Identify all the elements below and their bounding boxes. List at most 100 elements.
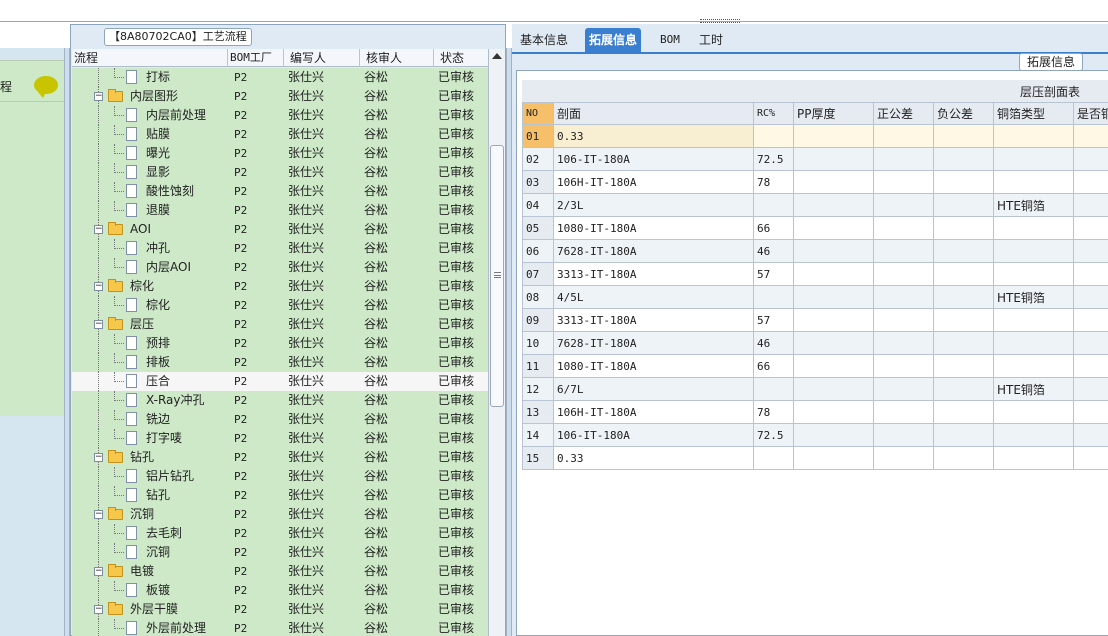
plus-tolerance-cell[interactable]: [873, 239, 934, 263]
splitter-grip-top[interactable]: [700, 19, 740, 23]
tree-row[interactable]: − 棕化 P2 张仕兴 谷松 已审核: [72, 277, 488, 296]
collapse-icon[interactable]: −: [94, 282, 103, 291]
pp-thickness-cell[interactable]: [793, 400, 874, 424]
profile-cell[interactable]: 106H-IT-180A: [553, 170, 754, 194]
col-header-is-copper[interactable]: 是否铜: [1073, 102, 1108, 125]
collapse-icon[interactable]: −: [94, 225, 103, 234]
pp-thickness-cell[interactable]: [793, 331, 874, 355]
foil-type-cell[interactable]: [993, 170, 1074, 194]
col-header-process[interactable]: 流程: [72, 49, 228, 67]
plus-tolerance-cell[interactable]: [873, 308, 934, 332]
plus-tolerance-cell[interactable]: [873, 170, 934, 194]
pp-thickness-cell[interactable]: [793, 147, 874, 171]
rc-cell[interactable]: [753, 124, 794, 148]
is-copper-cell[interactable]: [1073, 446, 1108, 470]
profile-cell[interactable]: 2/3L: [553, 193, 754, 217]
extended-info-button[interactable]: 拓展信息: [1019, 53, 1083, 71]
no-cell[interactable]: 13: [522, 400, 554, 424]
col-header-no[interactable]: NO: [522, 102, 554, 125]
table-row[interactable]: 14 106-IT-180A 72.5: [522, 423, 1108, 447]
tree-row[interactable]: 铝片钻孔 P2 张仕兴 谷松 已审核: [72, 467, 488, 486]
rc-cell[interactable]: 46: [753, 331, 794, 355]
tab-bom[interactable]: BOM: [656, 28, 684, 52]
rc-cell[interactable]: [753, 193, 794, 217]
rc-cell[interactable]: 72.5: [753, 423, 794, 447]
profile-cell[interactable]: 1080-IT-180A: [553, 216, 754, 240]
no-cell[interactable]: 01: [522, 124, 554, 148]
foil-type-cell[interactable]: HTE铜箔: [993, 377, 1074, 401]
pp-thickness-cell[interactable]: [793, 262, 874, 286]
tree-row[interactable]: 酸性蚀刻 P2 张仕兴 谷松 已审核: [72, 182, 488, 201]
tab-work-hours[interactable]: 工时: [695, 28, 727, 52]
foil-type-cell[interactable]: [993, 354, 1074, 378]
rc-cell[interactable]: [753, 377, 794, 401]
no-cell[interactable]: 11: [522, 354, 554, 378]
col-header-status[interactable]: 状态: [434, 49, 488, 67]
table-row[interactable]: 10 7628-IT-180A 46: [522, 331, 1108, 355]
is-copper-cell[interactable]: [1073, 216, 1108, 240]
minus-tolerance-cell[interactable]: [933, 262, 994, 286]
minus-tolerance-cell[interactable]: [933, 170, 994, 194]
minus-tolerance-cell[interactable]: [933, 331, 994, 355]
minus-tolerance-cell[interactable]: [933, 377, 994, 401]
profile-cell[interactable]: 7628-IT-180A: [553, 331, 754, 355]
table-row[interactable]: 11 1080-IT-180A 66: [522, 354, 1108, 378]
table-row[interactable]: 03 106H-IT-180A 78: [522, 170, 1108, 194]
plus-tolerance-cell[interactable]: [873, 216, 934, 240]
foil-type-cell[interactable]: [993, 400, 1074, 424]
collapse-icon[interactable]: −: [94, 320, 103, 329]
tree-row[interactable]: 打字唛 P2 张仕兴 谷松 已审核: [72, 429, 488, 448]
plus-tolerance-cell[interactable]: [873, 400, 934, 424]
pp-thickness-cell[interactable]: [793, 446, 874, 470]
tree-row[interactable]: 曝光 P2 张仕兴 谷松 已审核: [72, 144, 488, 163]
table-row[interactable]: 08 4/5L HTE铜箔: [522, 285, 1108, 309]
table-row[interactable]: 12 6/7L HTE铜箔: [522, 377, 1108, 401]
foil-type-cell[interactable]: [993, 331, 1074, 355]
minus-tolerance-cell[interactable]: [933, 147, 994, 171]
tree-row[interactable]: 预排 P2 张仕兴 谷松 已审核: [72, 334, 488, 353]
col-header-pp-thickness[interactable]: PP厚度: [793, 102, 874, 125]
table-row[interactable]: 13 106H-IT-180A 78: [522, 400, 1108, 424]
is-copper-cell[interactable]: [1073, 354, 1108, 378]
tree-row[interactable]: 内层AOI P2 张仕兴 谷松 已审核: [72, 258, 488, 277]
minus-tolerance-cell[interactable]: [933, 308, 994, 332]
profile-cell[interactable]: 0.33: [553, 446, 754, 470]
tree-row[interactable]: 内层前处理 P2 张仕兴 谷松 已审核: [72, 106, 488, 125]
is-copper-cell[interactable]: [1073, 308, 1108, 332]
profile-cell[interactable]: 7628-IT-180A: [553, 239, 754, 263]
tree-row[interactable]: 排板 P2 张仕兴 谷松 已审核: [72, 353, 488, 372]
minus-tolerance-cell[interactable]: [933, 354, 994, 378]
foil-type-cell[interactable]: HTE铜箔: [993, 285, 1074, 309]
chat-bubble-icon[interactable]: [34, 76, 58, 98]
tree-row[interactable]: − AOI P2 张仕兴 谷松 已审核: [72, 220, 488, 239]
plus-tolerance-cell[interactable]: [873, 354, 934, 378]
col-header-plus-tolerance[interactable]: 正公差: [873, 102, 934, 125]
foil-type-cell[interactable]: [993, 308, 1074, 332]
no-cell[interactable]: 14: [522, 423, 554, 447]
minus-tolerance-cell[interactable]: [933, 124, 994, 148]
plus-tolerance-cell[interactable]: [873, 331, 934, 355]
is-copper-cell[interactable]: [1073, 239, 1108, 263]
foil-type-cell[interactable]: [993, 216, 1074, 240]
tree-row[interactable]: 钻孔 P2 张仕兴 谷松 已审核: [72, 486, 488, 505]
pp-thickness-cell[interactable]: [793, 124, 874, 148]
scrollbar-thumb[interactable]: [490, 145, 504, 407]
minus-tolerance-cell[interactable]: [933, 400, 994, 424]
plus-tolerance-cell[interactable]: [873, 446, 934, 470]
tree-row[interactable]: − 层压 P2 张仕兴 谷松 已审核: [72, 315, 488, 334]
tree-row[interactable]: 板镀 P2 张仕兴 谷松 已审核: [72, 581, 488, 600]
table-row[interactable]: 01 0.33: [522, 124, 1108, 148]
foil-type-cell[interactable]: [993, 446, 1074, 470]
minus-tolerance-cell[interactable]: [933, 239, 994, 263]
tree-row[interactable]: X-Ray冲孔 P2 张仕兴 谷松 已审核: [72, 391, 488, 410]
foil-type-cell[interactable]: HTE铜箔: [993, 193, 1074, 217]
tree-row[interactable]: − 内层图形 P2 张仕兴 谷松 已审核: [72, 87, 488, 106]
profile-cell[interactable]: 1080-IT-180A: [553, 354, 754, 378]
tree-row[interactable]: 去毛刺 P2 张仕兴 谷松 已审核: [72, 524, 488, 543]
is-copper-cell[interactable]: [1073, 193, 1108, 217]
no-cell[interactable]: 02: [522, 147, 554, 171]
col-header-reviewer[interactable]: 核审人: [360, 49, 434, 67]
no-cell[interactable]: 08: [522, 285, 554, 309]
tree-row[interactable]: 打标 P2 张仕兴 谷松 已审核: [72, 68, 488, 87]
col-header-writer[interactable]: 编写人: [284, 49, 360, 67]
